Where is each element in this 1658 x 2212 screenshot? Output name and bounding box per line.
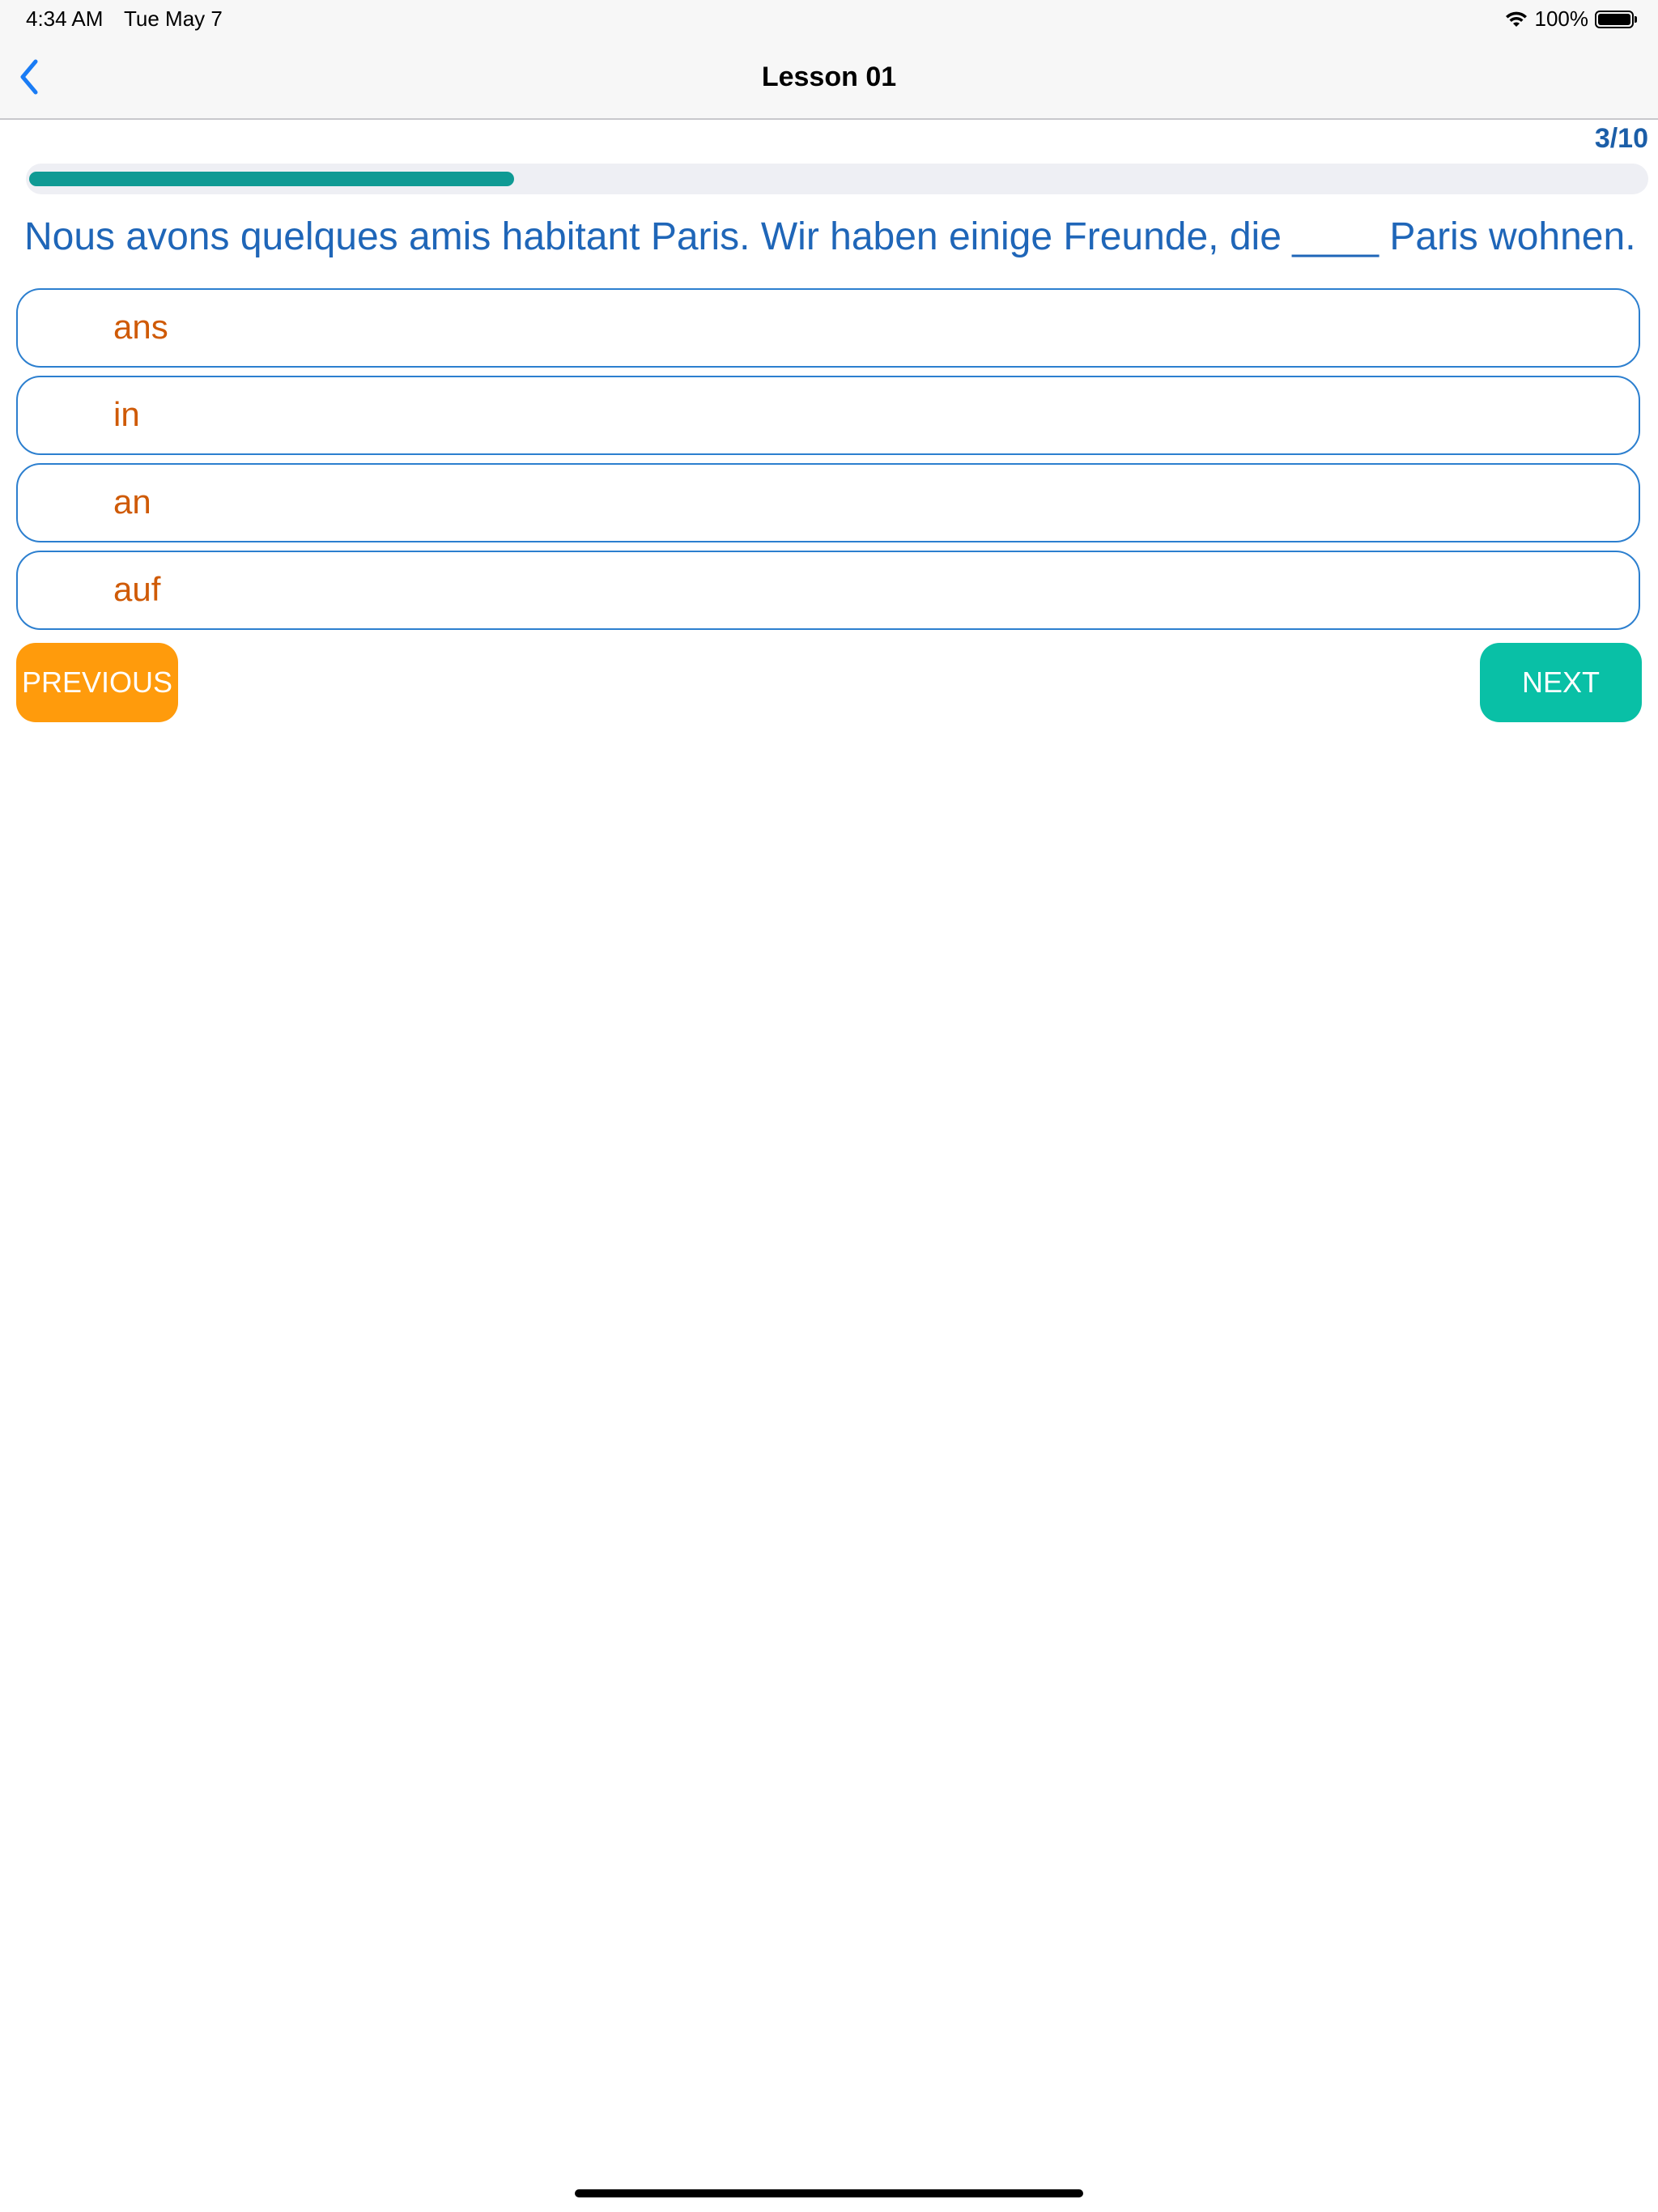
- previous-button[interactable]: PREVIOUS: [16, 643, 178, 722]
- progress-count: 3/10: [1594, 123, 1648, 154]
- status-indicators: 100%: [1504, 6, 1637, 32]
- status-date: Tue May 7: [124, 6, 223, 31]
- question-text: Nous avons quelques amis habitant Paris.…: [24, 215, 1636, 258]
- answer-option-label: an: [113, 483, 151, 521]
- home-indicator[interactable]: [575, 2189, 1083, 2197]
- status-time: 4:34 AM: [26, 6, 104, 31]
- status-bar: 4:34 AM Tue May 7 100%: [0, 0, 1658, 37]
- answer-option-label: ans: [113, 308, 168, 346]
- answer-option-label: auf: [113, 570, 161, 608]
- battery-icon: [1595, 10, 1637, 28]
- progress-fill: [29, 172, 514, 186]
- wifi-icon: [1504, 11, 1528, 28]
- answer-option[interactable]: auf: [16, 551, 1640, 630]
- answer-option[interactable]: an: [16, 463, 1640, 542]
- answer-option[interactable]: in: [16, 376, 1640, 455]
- battery-percent: 100%: [1534, 6, 1589, 31]
- navigation-bar: Lesson 01: [0, 37, 1658, 120]
- next-button[interactable]: NEXT: [1480, 643, 1642, 722]
- page-title: Lesson 01: [761, 62, 897, 92]
- answer-option[interactable]: ans: [16, 288, 1640, 368]
- answer-option-label: in: [113, 395, 140, 433]
- progress-bar: [26, 164, 1648, 194]
